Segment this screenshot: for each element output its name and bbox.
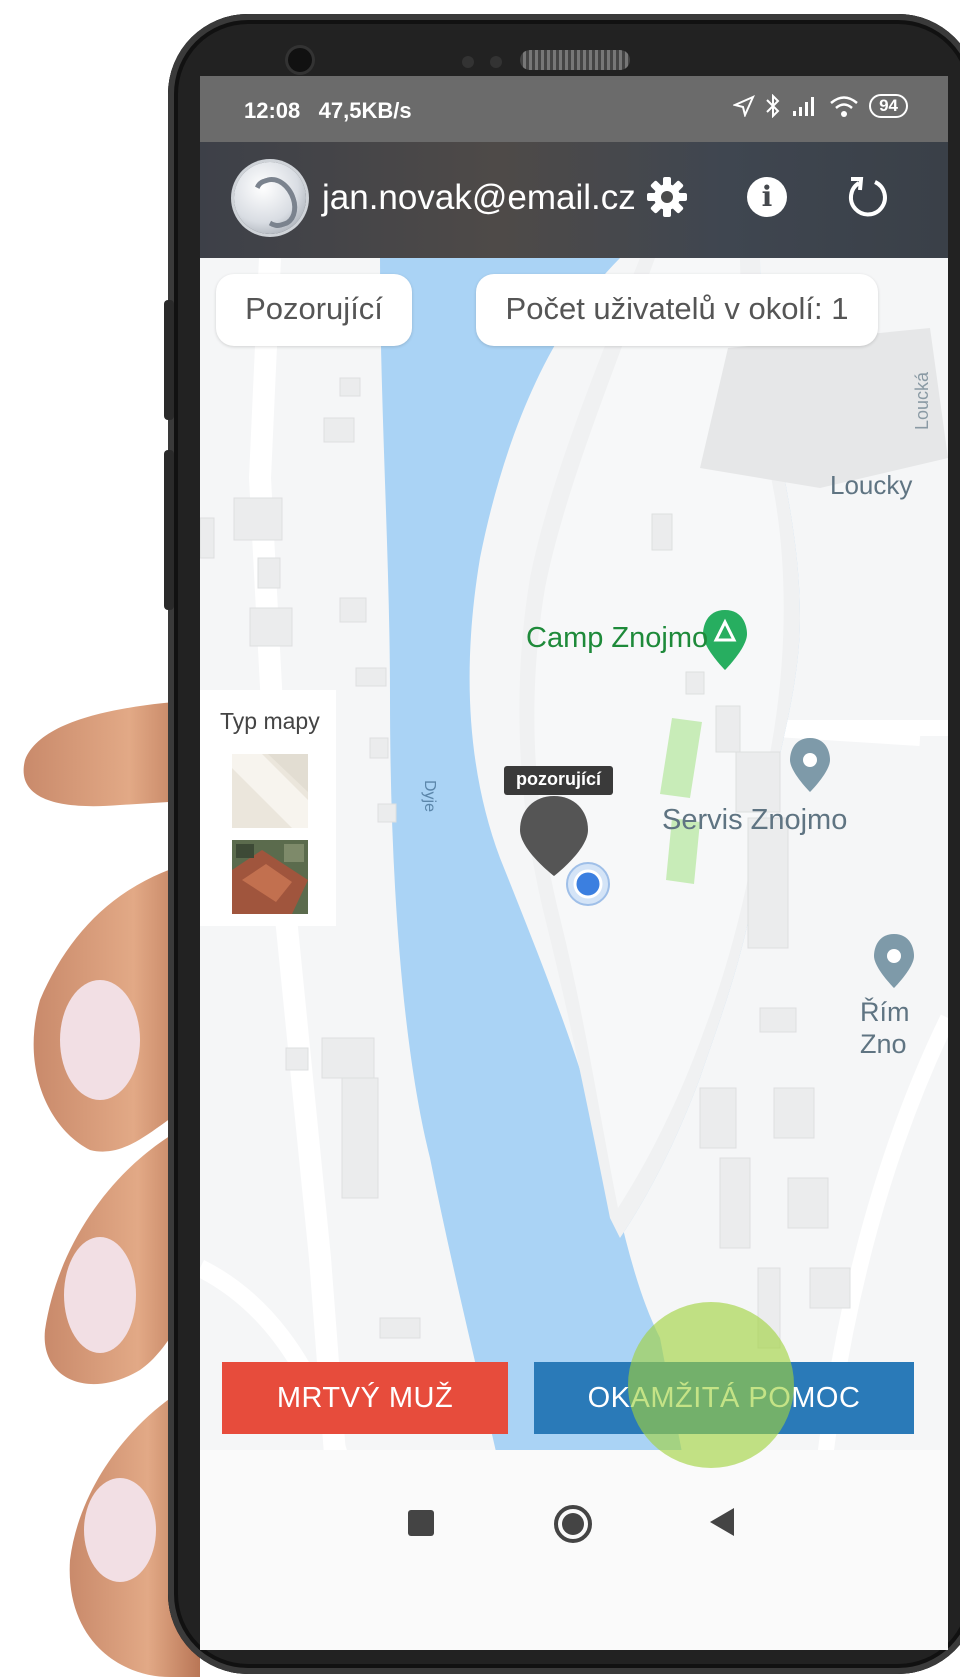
- role-chip[interactable]: Pozorující: [216, 274, 412, 346]
- phone-power-button: [164, 450, 174, 610]
- satellite-thumbnail[interactable]: [232, 840, 308, 914]
- app-header: jan.novak@email.cz i: [200, 142, 948, 258]
- network-speed: 47,5KB/s: [318, 98, 412, 123]
- info-icon[interactable]: i: [744, 174, 790, 220]
- recents-square-icon[interactable]: [408, 1510, 434, 1536]
- dead-man-button-label: MRTVÝ MUŽ: [276, 1382, 454, 1414]
- edge-label-line: Řím: [860, 997, 910, 1027]
- camp-label[interactable]: Camp Znojmo: [526, 622, 708, 655]
- poi-marker: [790, 738, 914, 988]
- back-triangle-icon[interactable]: [708, 1506, 736, 1538]
- edge-label: Řím Zno: [860, 996, 910, 1060]
- avatar[interactable]: [234, 162, 306, 234]
- dead-man-button[interactable]: MRTVÝ MUŽ: [222, 1362, 508, 1434]
- nearby-users-chip: Počet uživatelů v okolí: 1: [476, 274, 878, 346]
- status-icons: 94: [733, 94, 908, 118]
- map-type-title: Typ mapy: [220, 708, 320, 734]
- status-time: 12:08 47,5KB/s: [244, 98, 412, 124]
- status-bar: 12:08 47,5KB/s 94: [200, 76, 948, 142]
- wifi-icon: [830, 96, 858, 117]
- river-label: Dyje: [421, 780, 438, 813]
- map-view[interactable]: 4.8 Pozorující Počet uživatelů v okolí: …: [200, 258, 948, 1650]
- sensor-dot: [490, 56, 502, 68]
- phone-volume-button: [164, 300, 174, 420]
- edge-label: Loucky: [830, 470, 913, 500]
- map-type-panel: Typ mapy: [200, 690, 336, 926]
- service-label[interactable]: Servis Znojmo: [662, 804, 847, 837]
- street-label: Loucká: [912, 371, 932, 430]
- map-canvas: 4.8: [200, 258, 948, 1650]
- bluetooth-icon: [766, 94, 780, 118]
- home-circle-icon[interactable]: [554, 1505, 592, 1543]
- clock: 12:08: [244, 98, 301, 123]
- front-camera: [288, 48, 312, 72]
- map-thumbnail[interactable]: [232, 754, 308, 828]
- system-nav-bar: [200, 1450, 948, 1650]
- observer-pin-label: pozorující: [504, 766, 613, 795]
- role-chip-label: Pozorující: [245, 291, 383, 326]
- phone-screen: 12:08 47,5KB/s 94 jan.novak@email.cz i P…: [200, 76, 948, 1650]
- user-email: jan.novak@email.cz: [322, 178, 636, 217]
- location-arrow-icon: [733, 95, 756, 117]
- nearby-users-label: Počet uživatelů v okolí: 1: [505, 291, 849, 326]
- touch-indicator: [628, 1302, 794, 1468]
- edge-label-line: Zno: [860, 1029, 907, 1059]
- battery-icon: 94: [869, 94, 908, 118]
- sensor-dot: [462, 56, 474, 68]
- settings-gear-icon[interactable]: [644, 174, 690, 220]
- earpiece-speaker: [520, 50, 630, 70]
- signal-icon: [793, 97, 815, 116]
- refresh-icon[interactable]: [844, 174, 890, 220]
